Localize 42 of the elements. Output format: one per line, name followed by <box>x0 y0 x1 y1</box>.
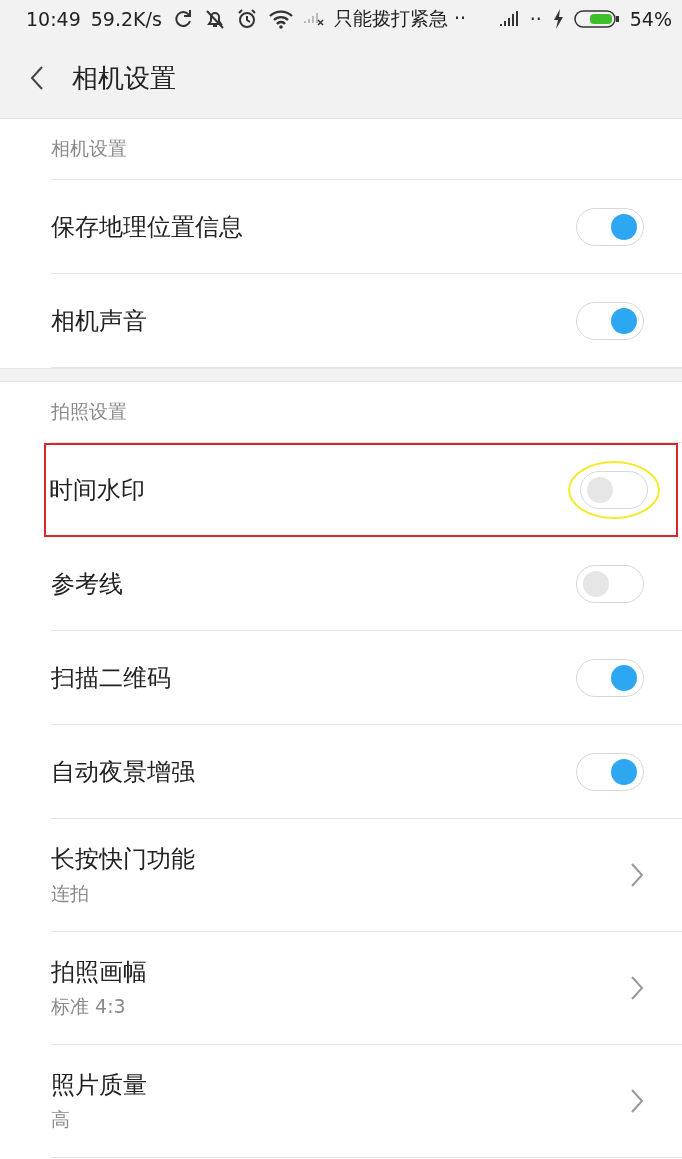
setting-label: 照片质量 <box>51 1070 148 1101</box>
back-icon[interactable] <box>30 65 44 91</box>
chevron-right-icon <box>630 975 644 1001</box>
status-dots: ·· <box>529 8 542 30</box>
toggle-switch[interactable] <box>576 752 644 791</box>
settings-row[interactable]: 照片质量 高 <box>51 1045 682 1158</box>
setting-label: 自动夜景增强 <box>51 756 196 788</box>
section-title: 拍照设置 <box>51 399 127 424</box>
chevron-right-icon <box>630 1088 644 1114</box>
section-title: 相机设置 <box>51 136 127 161</box>
settings-row[interactable]: 长按快门功能 连拍 <box>51 819 682 932</box>
settings-row[interactable]: 自动夜景增强 <box>51 725 682 819</box>
network-speed: 59.2K/s <box>90 8 162 30</box>
no-signal-icon <box>303 11 324 27</box>
wifi-icon <box>267 8 294 30</box>
toggle-switch[interactable] <box>580 470 648 509</box>
settings-row[interactable]: 保存地理位置信息 <box>51 180 682 274</box>
page-title: 相机设置 <box>72 61 176 95</box>
setting-label: 参考线 <box>51 568 124 600</box>
setting-label: 长按快门功能 <box>51 844 196 875</box>
setting-label: 拍照画幅 <box>51 957 148 988</box>
battery-percent: 54% <box>629 8 672 30</box>
setting-label: 扫描二维码 <box>51 662 172 694</box>
setting-label: 相机声音 <box>51 305 148 337</box>
toggle-switch[interactable] <box>576 658 644 697</box>
setting-value: 标准 4:3 <box>51 994 127 1019</box>
toggle-switch[interactable] <box>576 564 644 603</box>
bell-off-icon <box>203 8 226 30</box>
status-time: 10:49 <box>26 8 81 30</box>
setting-value: 高 <box>51 1107 71 1132</box>
settings-row[interactable]: 参考线 <box>51 537 682 631</box>
setting-label: 保存地理位置信息 <box>51 211 244 243</box>
toggle-switch[interactable] <box>576 301 644 340</box>
charging-icon <box>551 8 564 30</box>
carrier-text: 只能拨打紧急 ·· <box>333 6 466 31</box>
toggle-switch[interactable] <box>576 207 644 246</box>
setting-label: 时间水印 <box>49 474 146 506</box>
chevron-right-icon <box>630 862 644 888</box>
settings-row[interactable]: 扫描二维码 <box>51 631 682 725</box>
setting-value: 连拍 <box>51 881 90 906</box>
battery-icon <box>573 8 620 30</box>
settings-row[interactable]: 拍照画幅 标准 4:3 <box>51 932 682 1045</box>
